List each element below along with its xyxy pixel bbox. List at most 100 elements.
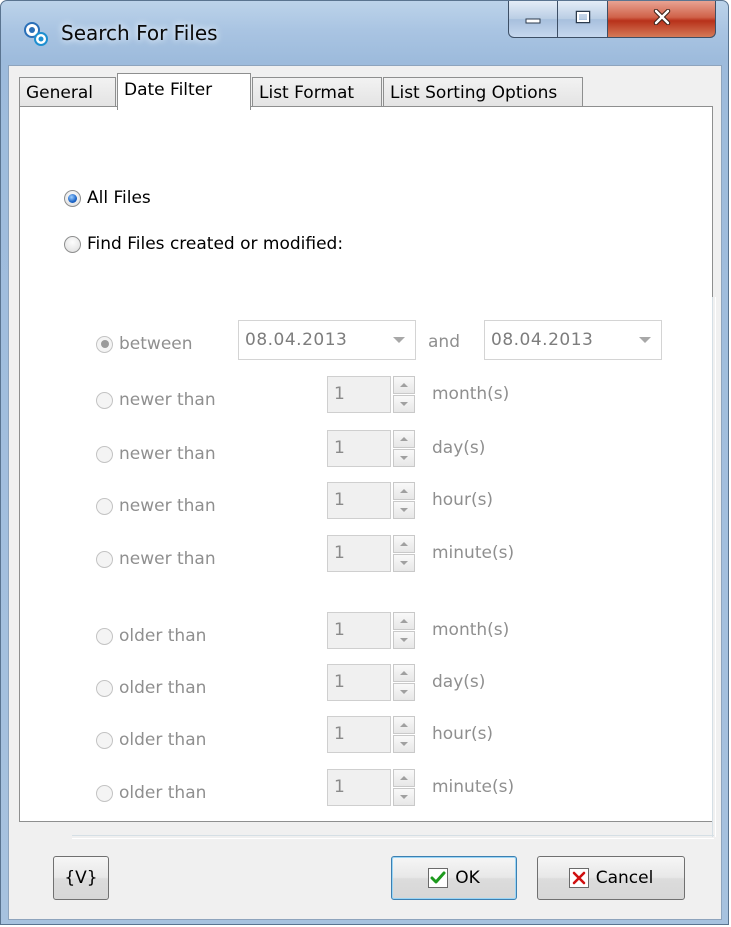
newer-than-month-option[interactable]: newer than [96, 390, 216, 410]
cancel-button[interactable]: Cancel [537, 856, 685, 900]
dialog-client-area: General Date Filter List Format List Sor… [8, 65, 722, 920]
all-files-radio[interactable] [64, 189, 81, 207]
close-button[interactable] [608, 1, 716, 38]
newer-than-minute-input[interactable]: 1 [327, 535, 391, 572]
newer-than-hour-label: newer than [119, 496, 216, 516]
find-files-label: Find Files created or modified: [87, 234, 344, 254]
tab-general[interactable]: General [19, 77, 116, 107]
older-than-minute-input[interactable]: 1 [327, 769, 391, 806]
newer-than-hour-input[interactable]: 1 [327, 482, 391, 519]
minimize-button[interactable] [508, 1, 558, 38]
cancel-button-label: Cancel [595, 868, 654, 888]
variables-button-label: {V} [64, 868, 98, 888]
between-label: between [119, 334, 193, 354]
older-than-hour-stepper[interactable] [393, 716, 415, 753]
newer-than-day-stepper[interactable] [393, 430, 415, 467]
ok-button[interactable]: OK [391, 856, 517, 900]
variables-button[interactable]: {V} [53, 856, 109, 900]
older-than-minute-radio[interactable] [96, 784, 113, 802]
date-filter-page: All Files Find Files created or modified… [19, 106, 716, 839]
chevron-down-icon[interactable] [639, 337, 651, 343]
spin-up-icon[interactable] [393, 664, 415, 682]
older-than-hour-input[interactable]: 1 [327, 716, 391, 753]
tab-list-format[interactable]: List Format [252, 77, 382, 107]
spin-down-icon[interactable] [393, 449, 415, 467]
all-files-option[interactable]: All Files [64, 188, 151, 208]
newer-than-hour-unit: hour(s) [432, 490, 494, 510]
newer-than-day-input[interactable]: 1 [327, 430, 391, 467]
newer-than-month-stepper[interactable] [393, 376, 415, 413]
minimize-icon [525, 9, 541, 29]
newer-than-minute-stepper[interactable] [393, 535, 415, 572]
newer-than-hour-stepper[interactable] [393, 482, 415, 519]
newer-than-month-radio[interactable] [96, 391, 113, 409]
older-than-hour-option[interactable]: older than [96, 730, 206, 750]
all-files-label: All Files [87, 188, 151, 208]
older-than-minute-stepper[interactable] [393, 769, 415, 806]
older-than-month-option[interactable]: older than [96, 626, 206, 646]
spin-down-icon[interactable] [393, 735, 415, 753]
title-bar[interactable]: Search For Files [1, 1, 728, 65]
spin-down-icon[interactable] [393, 554, 415, 572]
newer-than-day-unit: day(s) [432, 438, 486, 458]
newer-than-minute-radio[interactable] [96, 550, 113, 568]
from-date-picker[interactable]: 08.04.2013 [238, 320, 416, 360]
newer-than-hour-option[interactable]: newer than [96, 496, 216, 516]
spin-up-icon[interactable] [393, 769, 415, 787]
spin-up-icon[interactable] [393, 612, 415, 630]
older-than-hour-label: older than [119, 730, 207, 750]
window-title: Search For Files [61, 21, 218, 45]
newer-than-month-label: newer than [119, 390, 216, 410]
older-than-minute-label: older than [119, 783, 207, 803]
caption-buttons [508, 1, 716, 41]
older-than-month-input[interactable]: 1 [327, 612, 391, 649]
search-for-files-window: Search For Files General Date Filter Lis… [0, 0, 729, 925]
spin-down-icon[interactable] [393, 395, 415, 413]
cancel-x-icon [568, 868, 589, 888]
older-than-minute-option[interactable]: older than [96, 783, 206, 803]
tab-date-filter[interactable]: Date Filter [117, 73, 251, 110]
spin-up-icon[interactable] [393, 716, 415, 734]
older-than-hour-radio[interactable] [96, 731, 113, 749]
find-files-radio[interactable] [64, 235, 81, 253]
newer-than-month-unit: month(s) [432, 384, 510, 404]
chevron-down-icon[interactable] [393, 337, 405, 343]
newer-than-month-input[interactable]: 1 [327, 376, 391, 413]
newer-than-hour-radio[interactable] [96, 497, 113, 515]
spin-up-icon[interactable] [393, 430, 415, 448]
to-date-picker[interactable]: 08.04.2013 [484, 320, 662, 360]
spin-up-icon[interactable] [393, 376, 415, 394]
between-radio[interactable] [96, 335, 113, 353]
newer-than-minute-label: newer than [119, 549, 216, 569]
older-than-month-stepper[interactable] [393, 612, 415, 649]
spin-up-icon[interactable] [393, 482, 415, 500]
newer-than-day-label: newer than [119, 444, 216, 464]
newer-than-day-radio[interactable] [96, 445, 113, 463]
spin-down-icon[interactable] [393, 788, 415, 806]
older-than-day-stepper[interactable] [393, 664, 415, 701]
maximize-button[interactable] [558, 1, 608, 38]
maximize-icon [575, 9, 591, 29]
spin-down-icon[interactable] [393, 683, 415, 701]
newer-than-day-option[interactable]: newer than [96, 444, 216, 464]
gears-icon [22, 21, 50, 47]
group-divider-right [712, 297, 716, 837]
spin-down-icon[interactable] [393, 501, 415, 519]
older-than-minute-unit: minute(s) [432, 777, 515, 797]
and-label: and [428, 332, 460, 352]
newer-than-minute-option[interactable]: newer than [96, 549, 216, 569]
older-than-month-unit: month(s) [432, 620, 510, 640]
older-than-day-radio[interactable] [96, 679, 113, 697]
between-option[interactable]: between [96, 334, 193, 354]
tab-list-sorting-options[interactable]: List Sorting Options [383, 77, 583, 107]
checkmark-icon [428, 868, 449, 888]
older-than-day-input[interactable]: 1 [327, 664, 391, 701]
older-than-hour-unit: hour(s) [432, 724, 494, 744]
older-than-day-option[interactable]: older than [96, 678, 206, 698]
older-than-month-radio[interactable] [96, 627, 113, 645]
find-files-option[interactable]: Find Files created or modified: [64, 234, 343, 254]
spin-down-icon[interactable] [393, 631, 415, 649]
older-than-day-unit: day(s) [432, 672, 486, 692]
spin-up-icon[interactable] [393, 535, 415, 553]
ok-button-label: OK [455, 868, 480, 888]
